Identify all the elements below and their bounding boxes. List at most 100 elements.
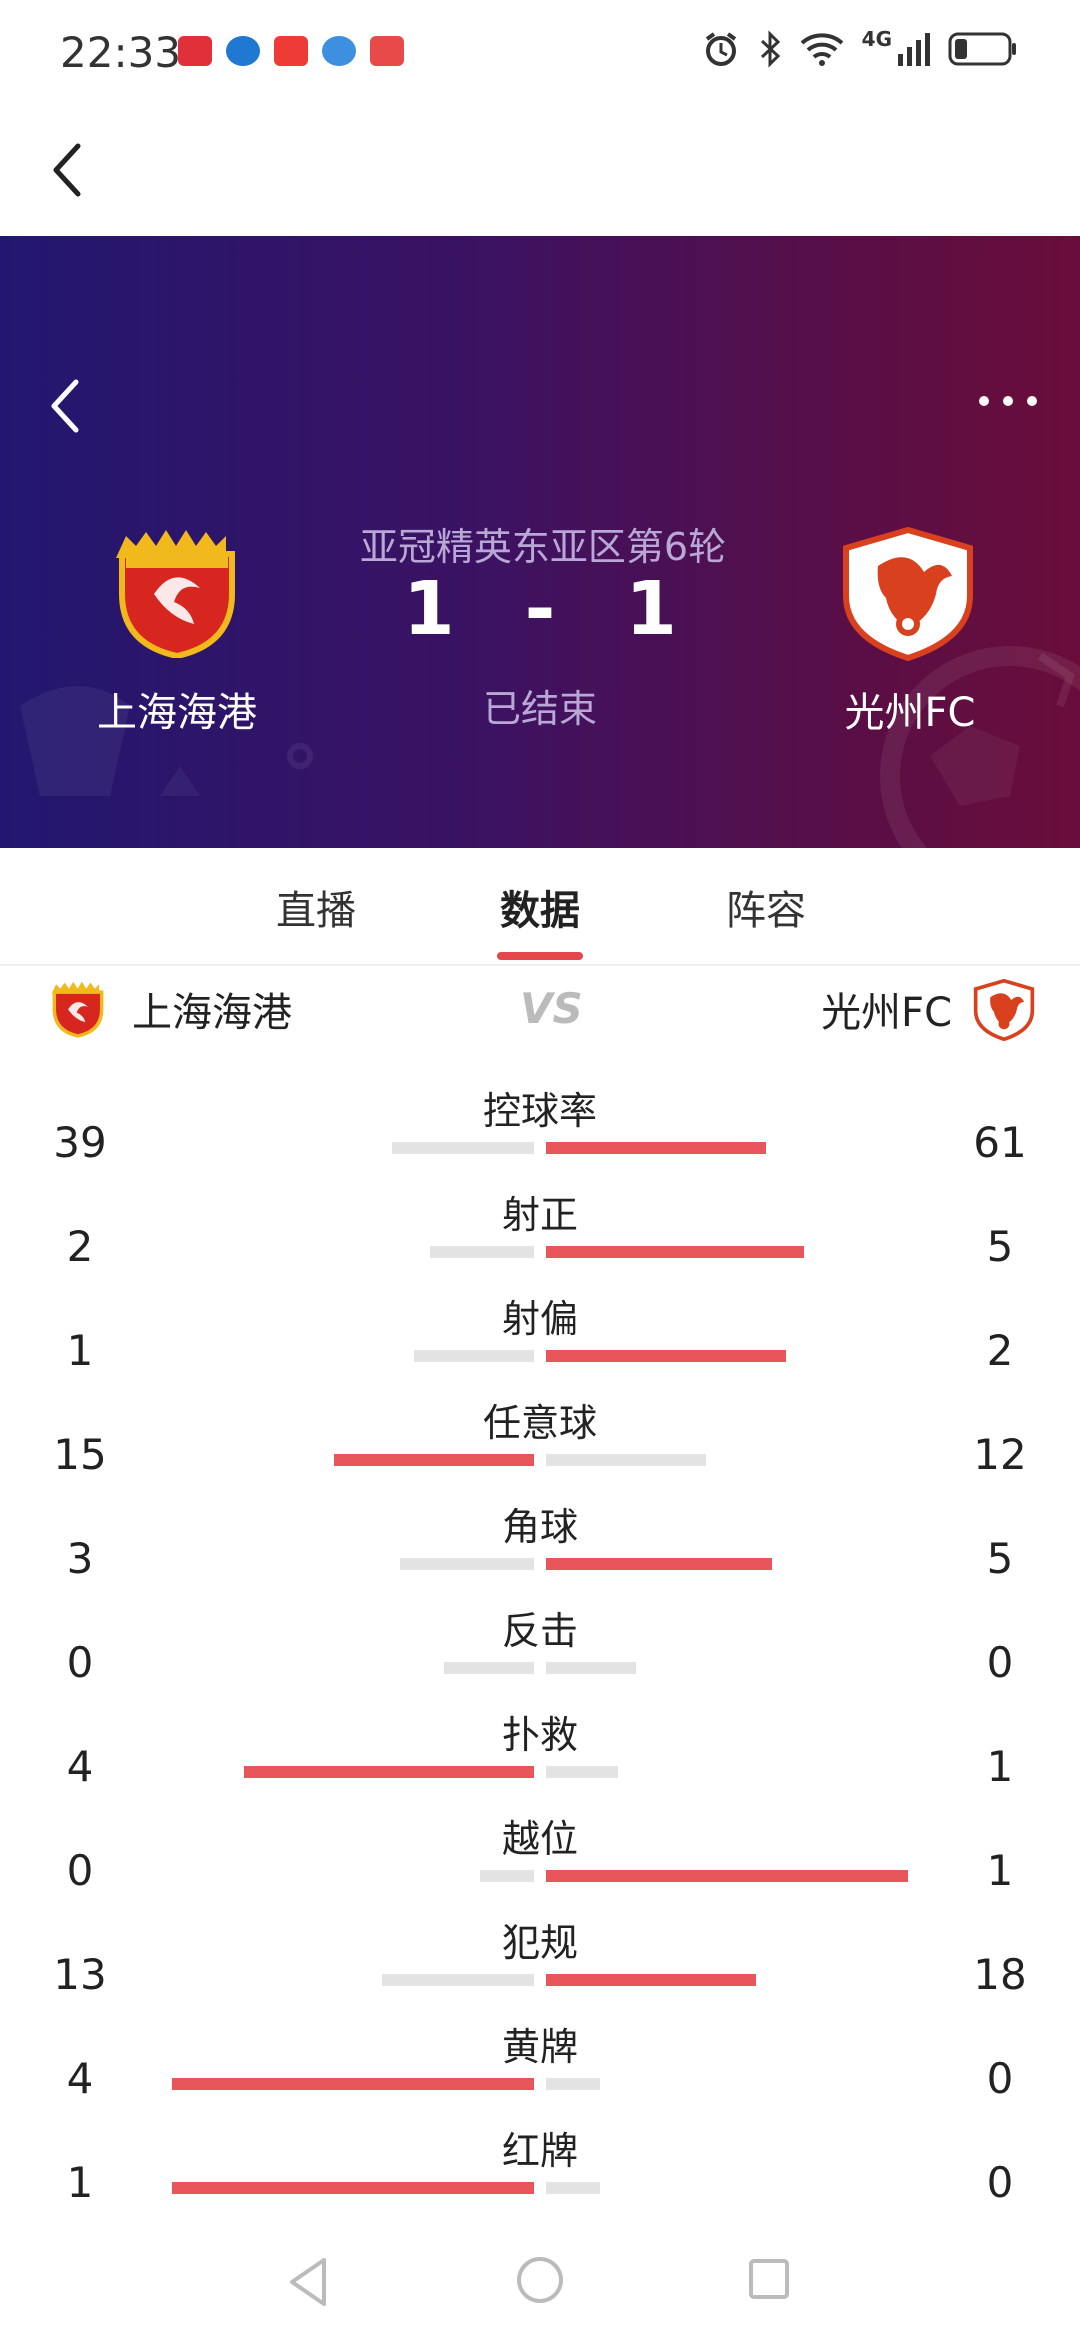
score: 1-1 <box>0 566 1080 652</box>
teams-comparison-header: 上海海港 VS 光州FC <box>0 966 1080 1066</box>
nav-home-icon[interactable] <box>516 2256 564 2304</box>
home-score: 1 <box>403 566 455 652</box>
home-team-name[interactable]: 上海海港 <box>60 680 294 738</box>
stat-home-bar <box>400 1558 534 1570</box>
match-header: 亚冠精英东亚区第6轮 1-1 已结束 上海海港 光州FC <box>0 236 1080 848</box>
status-bar: 22:33 4G <box>0 0 1080 100</box>
battery-icon <box>948 32 1016 66</box>
stat-home-bar <box>172 2182 534 2194</box>
stat-away-value: 1 <box>986 1846 1014 1895</box>
stat-home-value: 0 <box>66 1638 94 1687</box>
stat-home-bar <box>392 1142 534 1154</box>
away-team-name: 光州FC <box>821 990 952 1036</box>
more-options-icon[interactable] <box>976 386 1040 416</box>
signal-icon <box>898 33 930 66</box>
top-bar <box>0 100 1080 236</box>
stat-away-value: 0 <box>986 2158 1014 2207</box>
tab-live[interactable]: 直播 <box>236 878 396 936</box>
stat-away-bar <box>546 1454 706 1466</box>
stat-away-bar <box>546 2182 600 2194</box>
tab-bar: 直播 数据 阵容 <box>0 848 1080 966</box>
nav-recent-apps-icon[interactable] <box>748 2258 790 2300</box>
stat-away-value: 1 <box>986 1742 1014 1791</box>
away-team-logo-small <box>973 978 1035 1042</box>
toutiao-notification-icon <box>274 36 308 66</box>
stat-away-value: 5 <box>986 1534 1014 1583</box>
stat-row-saves: 扑救 4 1 <box>0 1694 1080 1798</box>
alarm-icon <box>705 32 736 66</box>
stat-away-bar <box>546 1350 786 1362</box>
stat-away-value: 61 <box>973 1118 1027 1167</box>
stat-label: 红牌 <box>501 2129 578 2173</box>
stat-row-corners: 角球 3 5 <box>0 1486 1080 1590</box>
stat-away-value: 5 <box>986 1222 1014 1271</box>
stat-home-value: 15 <box>53 1430 107 1479</box>
stat-row-possession: 控球率 39 61 <box>0 1070 1080 1174</box>
stat-row-shots-on-target: 射正 2 5 <box>0 1174 1080 1278</box>
stat-home-bar <box>244 1766 534 1778</box>
vs-label: VS <box>520 984 583 1033</box>
stat-label: 扑救 <box>501 1713 578 1757</box>
browser-notification-icon <box>322 36 356 66</box>
stat-row-free-kicks: 任意球 15 12 <box>0 1382 1080 1486</box>
huawei-notification-icon <box>178 36 212 66</box>
stat-home-value: 0 <box>66 1846 94 1895</box>
stat-away-value: 0 <box>986 1638 1014 1687</box>
reader-notification-icon <box>370 36 404 66</box>
stat-home-value: 4 <box>66 1742 94 1791</box>
stat-label: 黄牌 <box>501 2025 578 2069</box>
stat-home-bar <box>414 1350 534 1362</box>
stat-away-bar <box>546 1766 618 1778</box>
app-notification-icon <box>226 36 260 66</box>
tab-lineup[interactable]: 阵容 <box>686 878 846 936</box>
nav-back-icon[interactable] <box>286 2256 330 2308</box>
stat-away-value: 0 <box>986 2054 1014 2103</box>
stat-home-value: 39 <box>53 1118 107 1167</box>
stat-away-bar <box>546 1142 766 1154</box>
stat-away-bar <box>546 1974 756 1986</box>
stat-label: 控球率 <box>482 1089 597 1133</box>
score-separator: - <box>524 566 556 652</box>
stat-away-value: 12 <box>973 1430 1027 1479</box>
stat-row-yellow-cards: 黄牌 4 0 <box>0 2006 1080 2110</box>
stat-label: 射偏 <box>501 1297 578 1341</box>
system-navigation-bar <box>0 2230 1080 2340</box>
stat-label: 射正 <box>501 1193 578 1237</box>
notification-icons <box>178 36 404 66</box>
stat-away-bar <box>546 1246 804 1258</box>
home-team-logo-small <box>51 981 104 1038</box>
stat-home-value: 13 <box>53 1950 107 1999</box>
stat-home-bar <box>334 1454 534 1466</box>
tab-stats[interactable]: 数据 <box>460 878 620 936</box>
stat-home-bar <box>430 1246 534 1258</box>
stat-home-bar <box>480 1870 534 1882</box>
system-icons: 4G <box>702 27 1018 68</box>
stat-row-fouls: 犯规 13 18 <box>0 1902 1080 2006</box>
stat-home-bar <box>382 1974 534 1986</box>
stat-away-value: 2 <box>986 1326 1014 1375</box>
stat-label: 任意球 <box>482 1401 597 1445</box>
home-team-name: 上海海港 <box>132 990 292 1036</box>
active-tab-indicator <box>497 952 583 960</box>
away-team-name[interactable]: 光州FC <box>800 680 1020 738</box>
stat-home-value: 1 <box>66 2158 94 2207</box>
stat-away-bar <box>546 2078 600 2090</box>
stat-row-counter-attacks: 反击 0 0 <box>0 1590 1080 1694</box>
stat-away-value: 18 <box>973 1950 1027 1999</box>
stat-home-value: 3 <box>66 1534 94 1583</box>
wifi-icon <box>800 33 843 66</box>
stat-away-bar <box>546 1558 772 1570</box>
back-arrow-icon[interactable] <box>44 376 84 436</box>
stat-away-bar <box>546 1870 908 1882</box>
stat-label: 反击 <box>501 1609 578 1653</box>
stat-home-value: 2 <box>66 1222 94 1271</box>
bluetooth-icon <box>760 30 780 68</box>
stat-away-bar <box>546 1662 636 1674</box>
stat-home-bar <box>444 1662 534 1674</box>
stat-label: 角球 <box>501 1505 578 1549</box>
stat-row-shots-off-target: 射偏 1 2 <box>0 1278 1080 1382</box>
status-time: 22:33 <box>60 28 182 77</box>
league-round: 亚冠精英东亚区第6轮 <box>359 525 727 569</box>
back-arrow-icon[interactable] <box>46 140 86 200</box>
stat-label: 犯规 <box>501 1921 578 1965</box>
